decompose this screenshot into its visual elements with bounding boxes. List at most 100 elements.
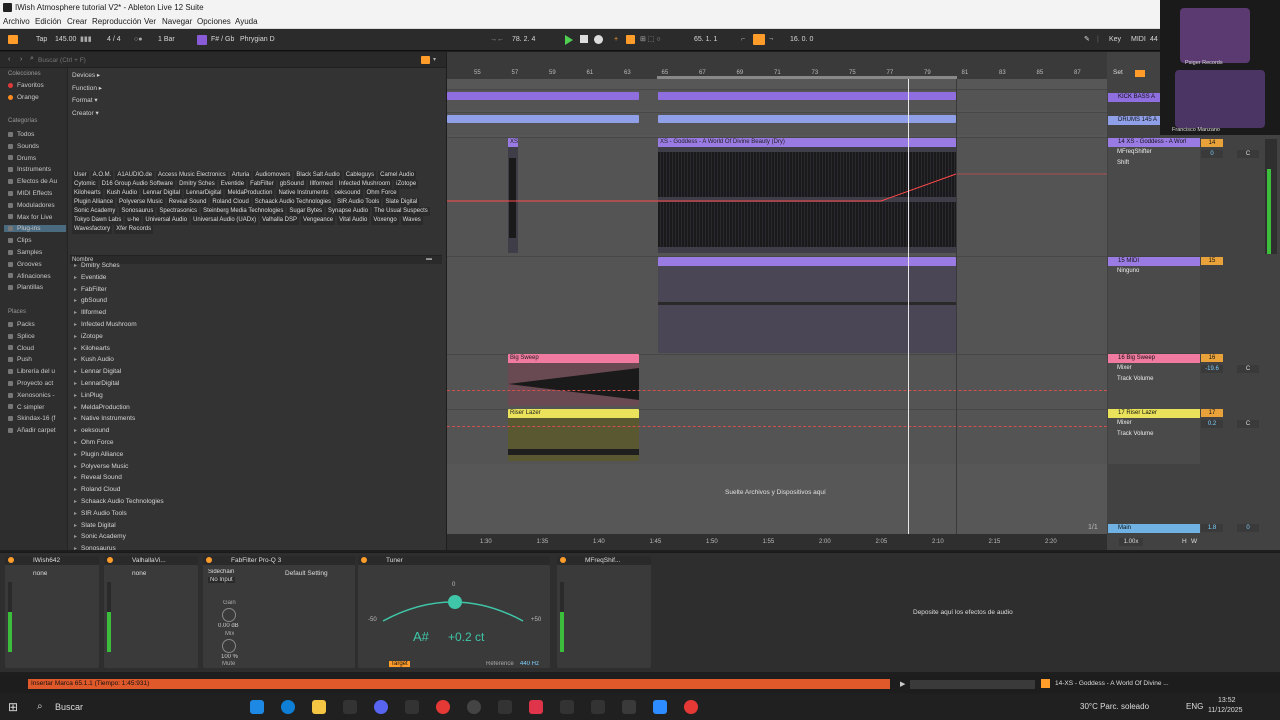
plugin-folder[interactable]: iZotope [74,333,103,340]
loop-start-field[interactable]: 65. 1. 1 [694,35,717,45]
menu-edicion[interactable]: Edición [35,16,61,28]
play-icon[interactable]: ▶ [900,680,905,688]
track-volume-14[interactable]: 0 [1201,150,1223,158]
sidebar-item-sounds[interactable]: Sounds [8,143,39,150]
search-icon[interactable]: ⌕ [37,701,43,712]
sidebar-item-samples[interactable]: Samples [8,249,42,256]
metronome-icon[interactable]: ▮▮▮ [80,35,92,45]
follow-icon[interactable]: →← [490,35,504,45]
chrome-icon[interactable] [436,700,450,714]
sidebar-item-grooves[interactable]: Grooves [8,261,42,268]
sidebar-item-afinaciones[interactable]: Afinaciones [8,273,51,280]
creator-tag[interactable]: MeldaProduction [225,189,275,198]
menu-reproduccion[interactable]: Reproducción [92,16,141,28]
live-icon-active[interactable] [622,700,636,714]
device-tuner[interactable]: Tuner 0 -50 +50 A# +0.2 ct Target Refere… [358,556,550,668]
discord-icon[interactable] [374,700,388,714]
creator-tag[interactable]: Schaack Audio Technologies [252,198,334,207]
filter-devices[interactable]: Devices ▸ [72,71,100,79]
sidebar-item-midi-effects[interactable]: MIDI Effects [8,190,52,197]
creator-tag[interactable]: Universal Audio [143,216,190,225]
creator-tag[interactable]: Illformed [307,180,335,189]
creator-tag[interactable]: Dmitry Sches [177,180,217,189]
automation-arm-button[interactable] [626,35,635,44]
creator-tag[interactable]: Camel Audio [378,171,417,180]
track-name-xs[interactable]: 14 XS - Goddess - A Worl [1108,138,1200,147]
creator-tag[interactable]: Vital Audio [337,216,370,225]
sidebar-item-instruments[interactable]: Instruments [8,166,51,173]
set-icon[interactable] [1135,70,1145,77]
creator-tag[interactable]: Voxengo [371,216,399,225]
arrangement-position-field[interactable]: 78. 2. 4 [512,35,535,45]
sidebar-item-place[interactable]: C simpler [8,404,44,411]
live-icon[interactable] [405,700,419,714]
creator-tag[interactable]: Spectrasonics [157,207,200,216]
power-icon[interactable] [8,557,14,563]
plugin-folder[interactable]: Kilohearts [74,345,110,352]
sidebar-item-place[interactable]: Packs [8,321,35,328]
preset-select[interactable]: none [33,570,47,577]
main-volume[interactable]: 1.8 [1201,524,1223,532]
live-icon[interactable] [560,700,574,714]
device-fabfilter[interactable]: FabFilter Pro-Q 3 Sidechain No Input Gai… [203,556,355,668]
creator-tag[interactable]: Steinberg Media Technologies [201,207,286,216]
sidebar-item-place[interactable]: Push [8,356,32,363]
creator-tag[interactable]: Black Salt Audio [294,171,342,180]
zoom-icon[interactable] [653,700,667,714]
creator-tag[interactable]: Valhalla DSP [260,216,300,225]
live-icon[interactable] [498,700,512,714]
sidebar-item-favoritos[interactable]: Favoritos [8,82,44,89]
overview-mini[interactable] [910,680,1035,689]
weather-text[interactable]: 30°C Parc. soleado [1080,702,1149,711]
creator-tag[interactable]: FabFilter [248,180,276,189]
play-button[interactable] [565,35,573,45]
sidebar-item-orange[interactable]: Orange [8,94,39,101]
back-arrow-icon[interactable]: ‹ [8,56,10,63]
tap-tempo-button[interactable]: Tap [36,35,47,45]
creator-tag[interactable]: D16 Group Audio Software [99,180,176,189]
creator-tag[interactable]: Plugin Alliance [72,198,116,207]
plugin-folder[interactable]: Ohm Force [74,439,114,446]
sidebar-item-drums[interactable]: Drums [8,155,36,162]
plugin-folder[interactable]: Kush Audio [74,356,114,363]
menu-ver[interactable]: Ver [144,16,156,28]
clock-time[interactable]: 13:52 [1218,697,1236,704]
obs-icon[interactable] [684,700,698,714]
punch-out-icon[interactable]: ¬ [769,35,773,45]
device-title[interactable]: ValhallaVi... [104,556,198,565]
mute-button[interactable]: Mute [222,661,235,667]
device-iwish[interactable]: IWish642 none [5,556,99,668]
menu-crear[interactable]: Crear [67,16,87,28]
playhead[interactable] [908,79,909,534]
device-valhalla[interactable]: ValhallaVi... none [104,556,198,668]
punch-in-icon[interactable]: ⌐ [741,35,745,45]
creator-tag[interactable]: Audiomovers [253,171,293,180]
scale-field[interactable]: Phrygian D [240,35,275,45]
plugin-folder[interactable]: Eventide [74,274,106,281]
plugin-folder[interactable]: SIR Audio Tools [74,510,127,517]
gain-knob[interactable] [222,608,236,622]
automation-line-riser[interactable] [447,426,1107,427]
menu-archivo[interactable]: Archivo [3,16,30,28]
clip-kick-bass-2[interactable] [658,92,956,100]
plugin-folder[interactable]: FabFilter [74,286,107,293]
track-pan-16[interactable]: C [1237,365,1259,373]
menu-ayuda[interactable]: Ayuda [235,16,258,28]
windows-start-icon[interactable]: ⊞ [8,700,18,714]
live-icon[interactable] [343,700,357,714]
clip-midi[interactable] [658,257,956,353]
track-name-main[interactable]: Main [1108,524,1200,533]
clip-big-sweep[interactable]: Big Sweep [508,354,639,406]
creator-tag[interactable]: SIR Audio Tools [335,198,382,207]
creator-tag[interactable]: gbSound [277,180,306,189]
clip-drums-1[interactable] [447,115,639,123]
creator-tag[interactable]: Vengeance [301,216,336,225]
creator-tag[interactable]: A.O.M. [90,171,114,180]
creator-tag[interactable]: Arturia [229,171,252,180]
plugin-folder[interactable]: Native Instruments [74,415,135,422]
creator-tag[interactable]: Polyverse Music [117,198,165,207]
tempo-field[interactable]: 145.00 [55,35,76,45]
clip-drums-2[interactable] [658,115,956,123]
preset-select[interactable]: none [132,570,146,577]
plugin-folder[interactable]: Lennar Digital [74,368,121,375]
